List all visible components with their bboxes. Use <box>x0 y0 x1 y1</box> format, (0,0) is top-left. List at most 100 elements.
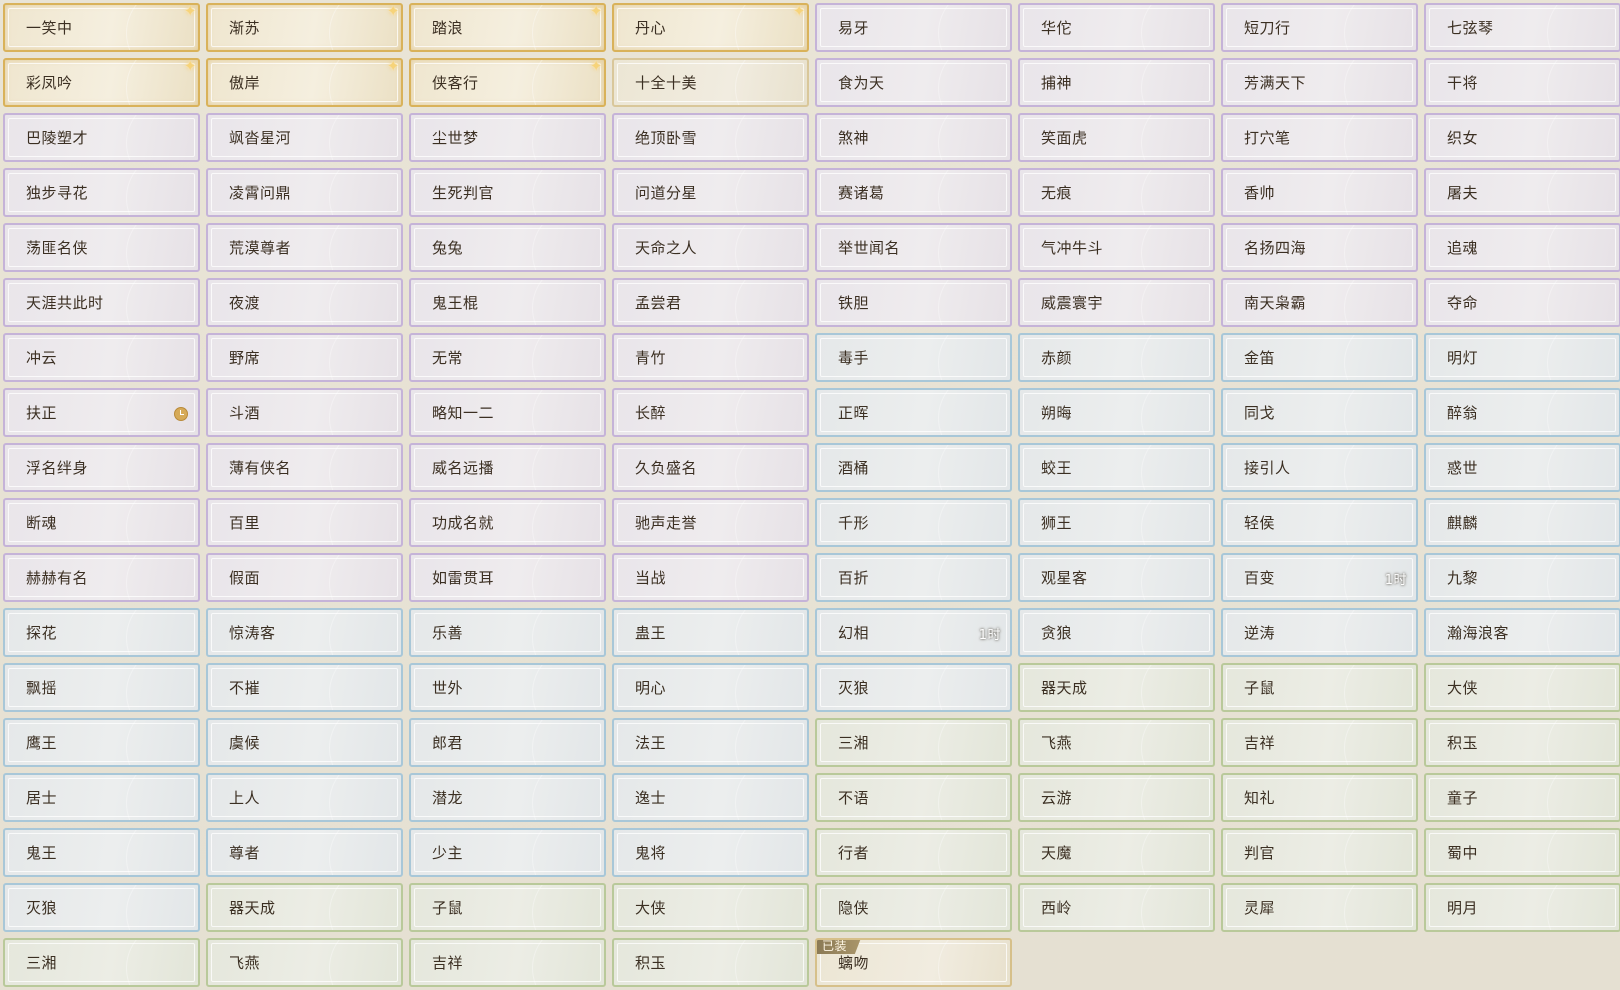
title-card[interactable]: 断魂 <box>3 498 200 547</box>
title-card[interactable]: 知礼 <box>1221 773 1418 822</box>
title-card[interactable]: 凌霄问鼎 <box>206 168 403 217</box>
title-card[interactable]: 芳满天下 <box>1221 58 1418 107</box>
title-card[interactable]: 子鼠 <box>1221 663 1418 712</box>
title-card[interactable]: 踏浪 ✦ <box>409 3 606 52</box>
title-card[interactable]: 野席 <box>206 333 403 382</box>
title-card[interactable]: 瀚海浪客 <box>1424 608 1620 657</box>
title-card[interactable]: 器天成 <box>206 883 403 932</box>
title-card[interactable]: 酒桶 <box>815 443 1012 492</box>
title-card[interactable]: 郎君 <box>409 718 606 767</box>
title-card[interactable]: 天魔 <box>1018 828 1215 877</box>
title-card[interactable]: 百里 <box>206 498 403 547</box>
title-card[interactable]: 赫赫有名 <box>3 553 200 602</box>
title-card[interactable]: 鬼将 <box>612 828 809 877</box>
title-card[interactable]: 积玉 <box>1424 718 1620 767</box>
title-card[interactable]: 轻侯 <box>1221 498 1418 547</box>
title-card[interactable]: 云游 <box>1018 773 1215 822</box>
title-card[interactable]: 扶正 <box>3 388 200 437</box>
title-card[interactable]: 假面 <box>206 553 403 602</box>
title-card[interactable]: 举世闻名 <box>815 223 1012 272</box>
title-card[interactable]: 明灯 <box>1424 333 1620 382</box>
title-card[interactable]: 鬼王棍 <box>409 278 606 327</box>
title-card[interactable]: 尊者 <box>206 828 403 877</box>
title-card[interactable]: 三湘 <box>3 938 200 987</box>
title-card[interactable]: 铁胆 <box>815 278 1012 327</box>
title-card[interactable]: 醉翁 <box>1424 388 1620 437</box>
title-card[interactable]: 观星客 <box>1018 553 1215 602</box>
title-card[interactable]: 积玉 <box>612 938 809 987</box>
title-card[interactable]: 金笛 <box>1221 333 1418 382</box>
title-card[interactable]: 子鼠 <box>409 883 606 932</box>
title-card[interactable]: 麒麟 <box>1424 498 1620 547</box>
title-card[interactable]: 冲云 <box>3 333 200 382</box>
title-card[interactable]: 不语 <box>815 773 1012 822</box>
title-card[interactable]: 屠夫 <box>1424 168 1620 217</box>
title-card[interactable]: 食为天 <box>815 58 1012 107</box>
title-card[interactable]: 贪狼 <box>1018 608 1215 657</box>
title-card[interactable]: 打穴笔 <box>1221 113 1418 162</box>
title-card[interactable]: 赤颜 <box>1018 333 1215 382</box>
title-card[interactable]: 彩凤吟 ✦ <box>3 58 200 107</box>
title-card[interactable]: 干将 <box>1424 58 1620 107</box>
title-card[interactable]: 薄有侠名 <box>206 443 403 492</box>
title-card[interactable]: 气冲牛斗 <box>1018 223 1215 272</box>
title-card[interactable]: 华佗 <box>1018 3 1215 52</box>
title-card[interactable]: 九黎 <box>1424 553 1620 602</box>
title-card[interactable]: 十全十美 <box>612 58 809 107</box>
title-card[interactable]: 略知一二 <box>409 388 606 437</box>
title-card[interactable]: 飞燕 <box>1018 718 1215 767</box>
title-card[interactable]: 兔兔 <box>409 223 606 272</box>
title-card[interactable]: 一笑中 ✦ <box>3 3 200 52</box>
title-card[interactable]: 侠客行 ✦ <box>409 58 606 107</box>
title-card[interactable]: 上人 <box>206 773 403 822</box>
title-card[interactable]: 鬼王 <box>3 828 200 877</box>
title-card[interactable]: 巴陵塑才 <box>3 113 200 162</box>
title-card[interactable]: 同戈 <box>1221 388 1418 437</box>
title-card[interactable]: 天命之人 <box>612 223 809 272</box>
title-card[interactable]: 灭狼 <box>815 663 1012 712</box>
title-card[interactable]: 威震寰宇 <box>1018 278 1215 327</box>
title-card[interactable]: 螭吻 已装 <box>815 938 1012 987</box>
title-card[interactable]: 幻相 1时 <box>815 608 1012 657</box>
title-card[interactable]: 惑世 <box>1424 443 1620 492</box>
title-card[interactable]: 蜀中 <box>1424 828 1620 877</box>
title-card[interactable]: 煞神 <box>815 113 1012 162</box>
title-card[interactable]: 丹心 ✦ <box>612 3 809 52</box>
title-card[interactable]: 飘摇 <box>3 663 200 712</box>
title-card[interactable]: 追魂 <box>1424 223 1620 272</box>
title-card[interactable]: 虞候 <box>206 718 403 767</box>
title-card[interactable]: 驰声走誉 <box>612 498 809 547</box>
title-card[interactable]: 当战 <box>612 553 809 602</box>
title-card[interactable]: 孟尝君 <box>612 278 809 327</box>
title-card[interactable]: 童子 <box>1424 773 1620 822</box>
title-card[interactable]: 笑面虎 <box>1018 113 1215 162</box>
title-card[interactable]: 飒沓星河 <box>206 113 403 162</box>
title-card[interactable]: 青竹 <box>612 333 809 382</box>
title-card[interactable]: 隐侠 <box>815 883 1012 932</box>
title-card[interactable]: 逸士 <box>612 773 809 822</box>
title-card[interactable]: 天涯共此时 <box>3 278 200 327</box>
title-card[interactable]: 鹰王 <box>3 718 200 767</box>
title-card[interactable]: 吉祥 <box>409 938 606 987</box>
title-card[interactable]: 法王 <box>612 718 809 767</box>
title-card[interactable]: 接引人 <box>1221 443 1418 492</box>
title-card[interactable]: 明心 <box>612 663 809 712</box>
title-card[interactable]: 南天枭霸 <box>1221 278 1418 327</box>
title-card[interactable]: 赛诸葛 <box>815 168 1012 217</box>
title-card[interactable]: 探花 <box>3 608 200 657</box>
title-card[interactable]: 灵犀 <box>1221 883 1418 932</box>
title-card[interactable]: 飞燕 <box>206 938 403 987</box>
title-card[interactable]: 吉祥 <box>1221 718 1418 767</box>
title-card[interactable]: 名扬四海 <box>1221 223 1418 272</box>
title-card[interactable]: 世外 <box>409 663 606 712</box>
title-card[interactable]: 无痕 <box>1018 168 1215 217</box>
title-card[interactable]: 七弦琴 <box>1424 3 1620 52</box>
title-card[interactable]: 易牙 <box>815 3 1012 52</box>
title-card[interactable]: 千形 <box>815 498 1012 547</box>
title-card[interactable]: 毒手 <box>815 333 1012 382</box>
title-card[interactable]: 少主 <box>409 828 606 877</box>
title-card[interactable]: 尘世梦 <box>409 113 606 162</box>
title-card[interactable]: 渐苏 ✦ <box>206 3 403 52</box>
title-card[interactable]: 三湘 <box>815 718 1012 767</box>
title-card[interactable]: 荒漠尊者 <box>206 223 403 272</box>
